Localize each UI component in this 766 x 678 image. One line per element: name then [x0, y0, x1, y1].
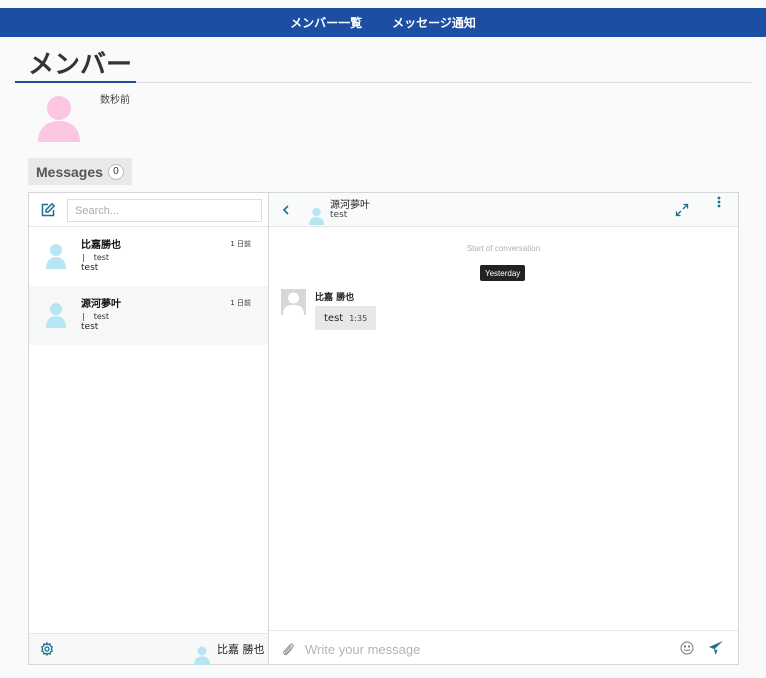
conversation-name: 比嘉勝也 — [81, 240, 121, 251]
compose-icon[interactable] — [40, 202, 56, 218]
start-of-conversation-label: Start of conversation — [466, 244, 541, 253]
current-user-avatar-icon — [194, 646, 210, 665]
message-author-avatar-icon — [281, 289, 306, 315]
chevron-left-icon[interactable] — [280, 202, 292, 218]
conversation-item[interactable]: 比嘉勝也 1 日前 | test test — [29, 227, 268, 286]
conversation-contact-name: 源河夢叶 — [330, 200, 370, 211]
contact-avatar-icon — [309, 207, 324, 225]
conversation-contact-status: test — [330, 210, 348, 220]
sidebar-header — [29, 193, 268, 227]
smiley-icon[interactable] — [680, 641, 694, 655]
conversation-preview-line: | test — [82, 253, 110, 262]
top-navbar: メンバー一覧 メッセージ通知 — [0, 8, 766, 37]
send-icon[interactable] — [708, 640, 724, 656]
messages-tab-label: Messages — [36, 163, 103, 180]
page-title: メンバー — [28, 50, 133, 80]
expand-icon[interactable] — [675, 203, 689, 217]
nav-link-message-notifications[interactable]: メッセージ通知 — [392, 14, 476, 31]
messages-count-badge: 0 — [107, 163, 124, 180]
title-divider-accent — [15, 81, 136, 83]
chat-widget: 比嘉勝也 1 日前 |test test 源河夢叶 1 日前 |test tes… — [28, 192, 739, 665]
nav-link-member-list[interactable]: メンバー一覧 — [290, 14, 362, 31]
message-input[interactable] — [305, 638, 665, 660]
current-user-name: 比嘉 勝也 — [217, 643, 265, 656]
sidebar-footer: 比嘉 勝也 — [29, 633, 268, 665]
messages-tab[interactable]: Messages 0 — [28, 158, 132, 185]
conversation-time: 1 日前 — [230, 299, 251, 307]
contact-avatar-icon — [46, 244, 66, 269]
conversation-panel: 源河夢叶 test Start of conversation Yesterda… — [269, 193, 738, 664]
conversation-preview-line: | test — [82, 312, 110, 321]
message-author: 比嘉 勝也 — [315, 293, 355, 303]
conversation-sidebar: 比嘉勝也 1 日前 |test test 源河夢叶 1 日前 |test tes… — [29, 193, 269, 665]
paperclip-icon[interactable] — [281, 641, 295, 657]
conversation-time: 1 日前 — [230, 240, 251, 248]
message-composer — [269, 630, 738, 664]
more-vertical-icon[interactable] — [714, 195, 724, 211]
conversation-item-active[interactable]: 源河夢叶 1 日前 | test test — [29, 286, 268, 345]
message-bubble: test 1:35 — [315, 306, 377, 330]
message-time: 1:35 — [349, 313, 368, 323]
conversation-preview: test — [81, 322, 99, 332]
conversation-search-input[interactable] — [67, 199, 262, 222]
date-separator: Yesterday — [480, 265, 526, 281]
contact-avatar-icon — [46, 303, 66, 328]
conversation-name: 源河夢叶 — [81, 299, 121, 310]
gear-icon[interactable] — [40, 642, 54, 656]
profile-last-active: 数秒前 — [100, 95, 130, 106]
message-text: test — [324, 312, 344, 324]
conversation-preview: test — [81, 263, 99, 273]
user-avatar-icon — [38, 96, 80, 142]
conversation-header: 源河夢叶 test — [269, 193, 738, 227]
